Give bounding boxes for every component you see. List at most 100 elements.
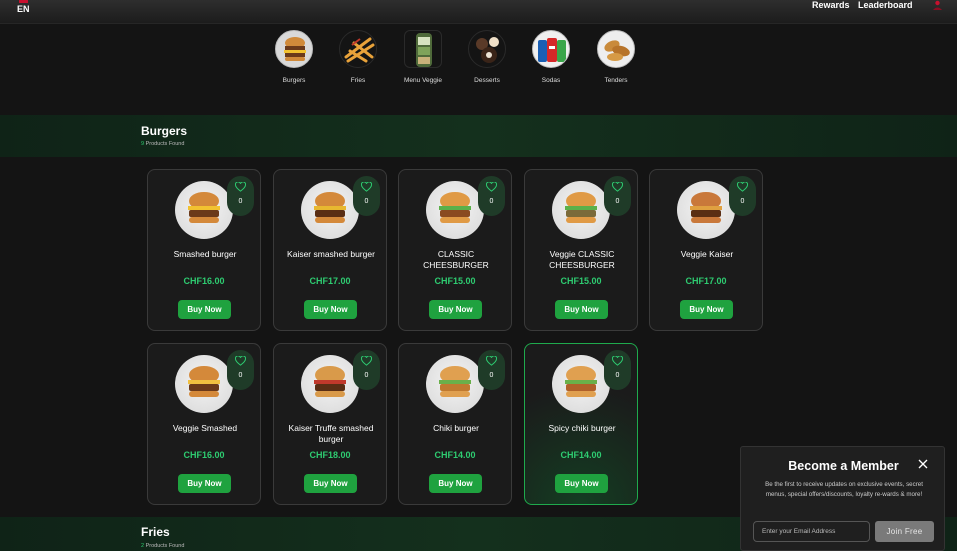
avatar-icon[interactable]	[931, 0, 944, 11]
kaiser-burger-image	[301, 181, 359, 239]
veggie-kaiser-image	[677, 181, 735, 239]
products-count: 2 Products Found	[141, 543, 185, 549]
fries-icon	[339, 30, 377, 68]
language-selector[interactable]: EN	[17, 4, 30, 14]
product-price: CHF16.00	[183, 276, 225, 286]
top-bar: EN Rewards Leaderboard	[0, 0, 957, 24]
nav-leaderboard[interactable]: Leaderboard	[858, 0, 913, 10]
like-count: 0	[615, 372, 620, 379]
favorite-button[interactable]: 0	[478, 350, 505, 390]
heart-icon	[486, 356, 497, 366]
tenders-icon	[597, 30, 635, 68]
section-title: Fries	[141, 525, 170, 539]
buy-now-button[interactable]: Buy Now	[178, 474, 231, 493]
burger-icon	[275, 30, 313, 68]
product-card[interactable]: 0 Spicy chiki burger CHF14.00 Buy Now	[524, 343, 638, 505]
buy-now-button[interactable]: Buy Now	[304, 474, 357, 493]
product-price: CHF17.00	[309, 276, 351, 286]
product-card[interactable]: 0 Kaiser Truffe smashed burger CHF18.00 Buy…	[273, 343, 387, 505]
favorite-button[interactable]: 0	[478, 176, 505, 216]
heart-icon	[612, 356, 623, 366]
nav-rewards[interactable]: Rewards	[812, 0, 850, 10]
product-card[interactable]: 0 Chiki burger CHF14.00 Buy Now	[398, 343, 512, 505]
heart-icon	[486, 182, 497, 192]
product-price: CHF15.00	[434, 276, 476, 286]
favorite-button[interactable]: 0	[353, 350, 380, 390]
product-price: CHF17.00	[685, 276, 727, 286]
product-card[interactable]: 0 CLASSIC CHEESBURGER CHF15.00 Buy Now	[398, 169, 512, 331]
product-name: Spicy chiki burger	[548, 423, 616, 433]
product-name: Veggie Kaiser	[680, 249, 734, 259]
product-card[interactable]: 0 Veggie Smashed CHF16.00 Buy Now	[147, 343, 261, 505]
product-card[interactable]: 0 Kaiser smashed burger CHF17.00 Buy Now	[273, 169, 387, 331]
close-icon[interactable]	[918, 459, 928, 469]
product-price: CHF15.00	[560, 276, 602, 286]
favorite-button[interactable]: 0	[604, 176, 631, 216]
section-header-burgers: Burgers 9 Products Found	[0, 115, 957, 157]
product-price: CHF16.00	[183, 450, 225, 460]
product-name: Smashed burger	[173, 249, 237, 259]
heart-icon	[235, 182, 246, 192]
category-bar: Burgers Fries Menu Veggie Desserts Sodas…	[0, 30, 957, 90]
product-name: Kaiser smashed burger	[287, 249, 375, 259]
like-count: 0	[740, 198, 745, 205]
heart-icon	[361, 356, 372, 366]
like-count: 0	[238, 198, 243, 205]
product-card[interactable]: 0 Veggie CLASSIC CHEESBURGER CHF15.00 Buy N…	[524, 169, 638, 331]
category-label: Menu Veggie	[404, 77, 442, 84]
category-sodas[interactable]: Sodas	[521, 30, 581, 84]
category-tenders[interactable]: Tenders	[586, 30, 646, 84]
product-name: Veggie CLASSIC CHEESBURGER	[549, 249, 615, 270]
heart-icon	[235, 356, 246, 366]
category-fries[interactable]: Fries	[328, 30, 388, 84]
veggie-smashed-image	[175, 355, 233, 413]
buy-now-button[interactable]: Buy Now	[429, 300, 482, 319]
heart-icon	[737, 182, 748, 192]
member-signup-popup: Become a Member Be the first to receive …	[740, 446, 945, 551]
like-count: 0	[489, 372, 494, 379]
category-label: Sodas	[541, 77, 561, 84]
heart-icon	[361, 182, 372, 192]
like-count: 0	[238, 372, 243, 379]
favorite-button[interactable]: 0	[729, 176, 756, 216]
favorite-button[interactable]: 0	[227, 350, 254, 390]
heart-icon	[612, 182, 623, 192]
favorite-button[interactable]: 0	[604, 350, 631, 390]
buy-now-button[interactable]: Buy Now	[555, 474, 608, 493]
product-price: CHF14.00	[434, 450, 476, 460]
kaiser-truffe-image	[301, 355, 359, 413]
buy-now-button[interactable]: Buy Now	[304, 300, 357, 319]
category-label: Tenders	[604, 77, 628, 84]
classic-cheeseburger-image	[426, 181, 484, 239]
like-count: 0	[489, 198, 494, 205]
product-name: CLASSIC CHEESBURGER	[423, 249, 489, 270]
spicy-chiki-burger-image	[552, 355, 610, 413]
product-name: Veggie Smashed	[172, 423, 238, 433]
products-count: 9 Products Found	[141, 141, 185, 147]
like-count: 0	[364, 372, 369, 379]
popup-title: Become a Member	[788, 459, 899, 473]
product-card[interactable]: 0 Veggie Kaiser CHF17.00 Buy Now	[649, 169, 763, 331]
product-price: CHF14.00	[560, 450, 602, 460]
chiki-burger-image	[426, 355, 484, 413]
category-burgers[interactable]: Burgers	[264, 30, 324, 84]
join-free-button[interactable]: Join Free	[875, 521, 934, 542]
email-field[interactable]	[753, 521, 870, 542]
veggie-wrap-icon	[404, 30, 442, 68]
veggie-cheeseburger-image	[552, 181, 610, 239]
section-title: Burgers	[141, 124, 188, 138]
like-count: 0	[364, 198, 369, 205]
category-label: Desserts	[474, 77, 500, 84]
category-desserts[interactable]: Desserts	[457, 30, 517, 84]
product-name: Chiki burger	[433, 423, 479, 433]
category-label: Fries	[350, 77, 366, 84]
category-menu-veggie[interactable]: Menu Veggie	[393, 30, 453, 84]
favorite-button[interactable]: 0	[353, 176, 380, 216]
product-card[interactable]: 0 Smashed burger CHF16.00 Buy Now	[147, 169, 261, 331]
buy-now-button[interactable]: Buy Now	[680, 300, 733, 319]
buy-now-button[interactable]: Buy Now	[178, 300, 231, 319]
buy-now-button[interactable]: Buy Now	[555, 300, 608, 319]
flag-icon	[19, 0, 28, 3]
favorite-button[interactable]: 0	[227, 176, 254, 216]
buy-now-button[interactable]: Buy Now	[429, 474, 482, 493]
